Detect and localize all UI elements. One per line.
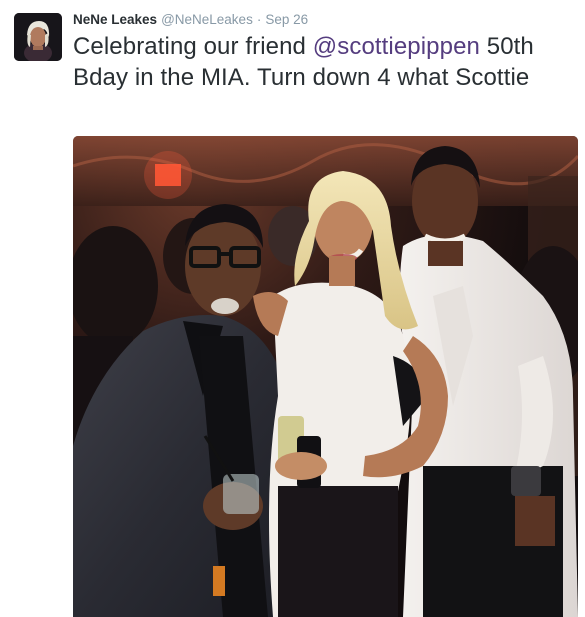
- tweet-header: NeNe Leakes @NeNeLeakes · Sep 26: [73, 12, 308, 30]
- tweet-card: NeNe Leakes @NeNeLeakes · Sep 26 Celebra…: [0, 0, 585, 617]
- avatar-image: [14, 13, 62, 61]
- tweet-text-start: Celebrating our friend: [73, 33, 313, 60]
- author-handle[interactable]: @NeNeLeakes: [161, 12, 253, 27]
- photo-image: [73, 136, 578, 617]
- tweet-photo[interactable]: [73, 136, 578, 617]
- author-name[interactable]: NeNe Leakes: [73, 12, 157, 27]
- mention-link[interactable]: @scottiepippen: [313, 33, 480, 60]
- tweet-timestamp[interactable]: Sep 26: [265, 12, 308, 27]
- header-separator: ·: [256, 12, 262, 27]
- author-avatar[interactable]: [14, 13, 62, 61]
- tweet-text: Celebrating our friend @scottiepippen 50…: [73, 31, 573, 93]
